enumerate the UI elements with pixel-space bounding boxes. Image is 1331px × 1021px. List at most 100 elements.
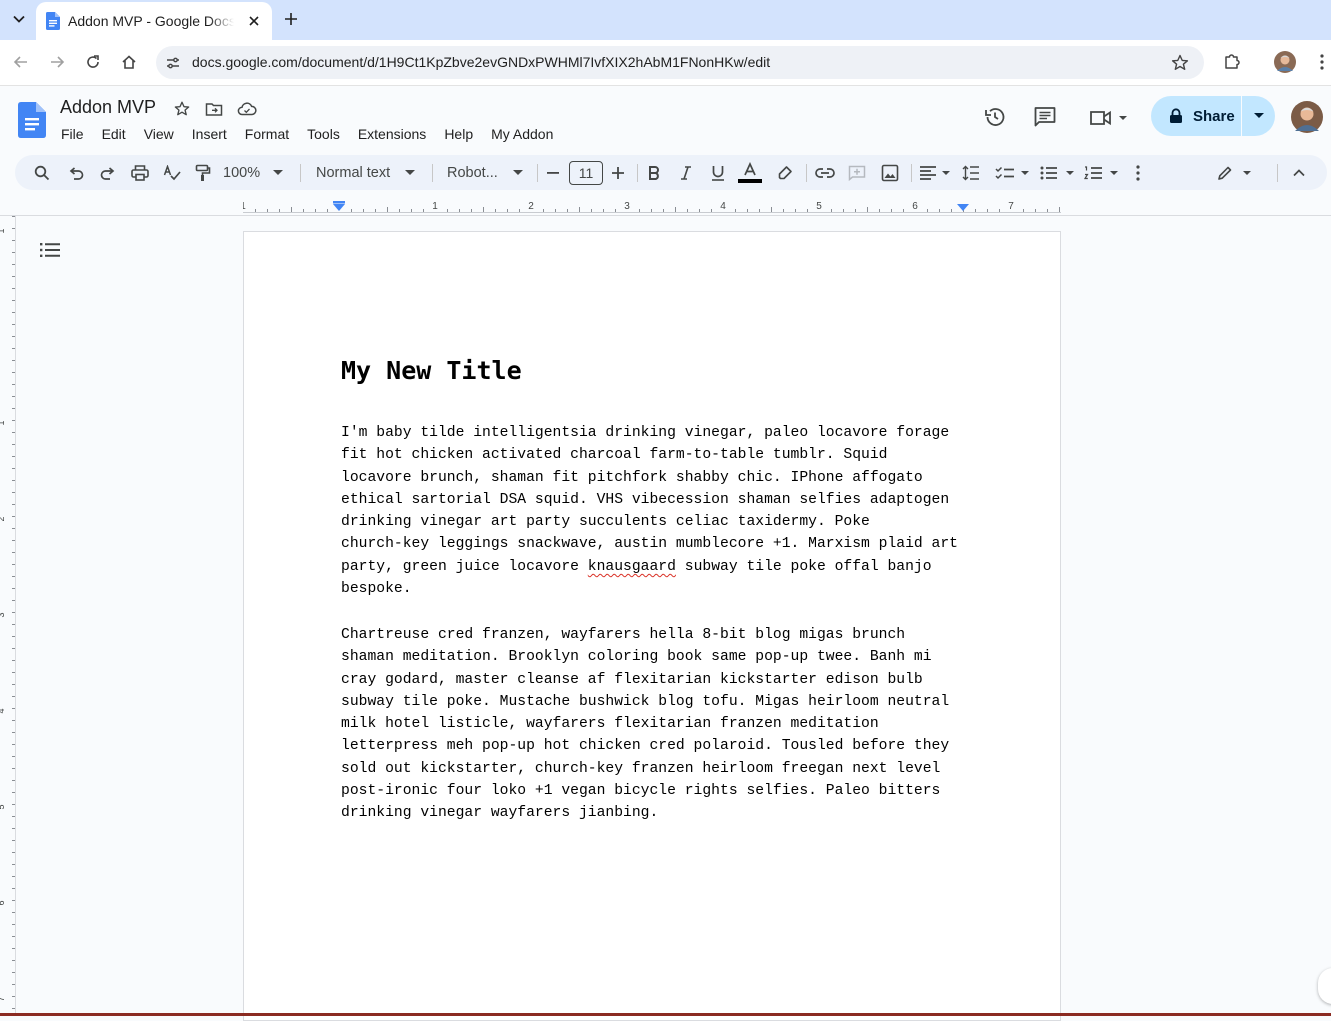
menu-file[interactable]: File [52,124,93,146]
editing-mode-button[interactable] [1215,155,1255,190]
document-status-button[interactable] [237,100,257,118]
videocam-icon [1090,110,1127,126]
ruler-tick [12,372,15,373]
move-button[interactable] [205,100,223,118]
share-button[interactable]: Share [1151,96,1241,136]
menu-view[interactable]: View [135,124,183,146]
tab-close-button[interactable] [246,13,262,29]
bulleted-list-button[interactable] [1039,155,1077,190]
zoom-select[interactable]: 100% [223,155,295,190]
home-button[interactable] [119,52,139,72]
tab-search-button[interactable] [8,8,30,30]
cloud-done-icon [237,102,257,116]
add-comment-button[interactable] [847,155,867,190]
ruler-tick [12,396,15,397]
ruler-tick [12,876,15,877]
align-button[interactable] [918,155,952,190]
site-info-button[interactable] [164,54,182,72]
version-history-button[interactable] [983,105,1007,129]
ruler-tick [12,936,15,937]
share-dropdown-button[interactable] [1242,96,1275,136]
decrease-font-size-button[interactable] [545,155,561,190]
back-button[interactable] [11,52,31,72]
menu-insert[interactable]: Insert [183,124,236,146]
undo-button[interactable] [66,155,86,190]
menu-tools[interactable]: Tools [298,124,349,146]
insert-link-button[interactable] [814,155,836,190]
profile-avatar-button[interactable] [1274,51,1296,73]
ruler-tick [12,852,15,853]
reload-button[interactable] [83,52,103,72]
font-size-input[interactable]: 11 [569,160,603,185]
underline-button[interactable] [708,155,728,190]
redo-button[interactable] [98,155,118,190]
extensions-button[interactable] [1222,51,1242,71]
account-avatar-button[interactable] [1291,101,1323,133]
paragraph-1[interactable]: I'm baby tilde intelligentsia drinking v… [341,422,981,600]
star-icon [174,101,190,116]
bold-button[interactable] [644,155,664,190]
increase-font-size-button[interactable] [610,155,626,190]
numbered-list-button[interactable] [1083,155,1121,190]
address-bar[interactable]: docs.google.com/document/d/1H9Ct1KpZbve2… [156,46,1204,79]
ruler-label: 4 [0,708,6,713]
star-document-button[interactable] [173,100,191,118]
vertical-ruler[interactable]: 1 1 2 3 4 5 6 7 [0,216,16,1016]
google-docs-logo-icon [18,102,46,138]
ruler-tick [12,984,15,985]
ruler-tick [12,732,15,733]
ruler-tick [1047,209,1048,212]
menu-edit[interactable]: Edit [93,124,135,146]
italic-button[interactable] [676,155,696,190]
menu-extensions[interactable]: Extensions [349,124,435,146]
search-menus-button[interactable] [32,155,52,190]
ruler-tick [12,720,15,721]
document-outline-button[interactable] [38,238,62,262]
docs-home-button[interactable] [18,102,46,138]
text-line: drinking vinegar wayfarers jianbing. [341,805,659,822]
comments-button[interactable] [1033,106,1057,128]
line-spacing-button[interactable] [961,155,981,190]
ruler-tick [12,528,15,529]
paragraph-style-select[interactable]: Normal text [311,155,417,190]
font-family-select[interactable]: Robot... [443,155,525,190]
right-indent-marker[interactable] [957,204,969,211]
ruler-tick [12,948,15,949]
menu-my-addon[interactable]: My Addon [482,124,562,146]
new-tab-button[interactable] [282,10,300,28]
ruler-tick [12,348,15,349]
browser-menu-button[interactable] [1312,52,1331,72]
menu-format[interactable]: Format [236,124,298,146]
menu-help[interactable]: Help [435,124,482,146]
spellcheck-button[interactable] [162,155,182,190]
left-indent-marker[interactable] [333,204,345,211]
first-line-indent-marker[interactable] [333,201,345,204]
url-text: docs.google.com/document/d/1H9Ct1KpZbve2… [192,54,771,70]
ruler-tick [747,209,748,212]
print-button[interactable] [130,155,150,190]
ruler-tick [363,209,364,212]
checklist-button[interactable] [994,155,1032,190]
meet-button[interactable] [1089,108,1129,128]
document-heading[interactable]: My New Title [341,356,522,385]
forward-button[interactable] [47,52,67,72]
paint-format-button[interactable] [193,155,213,190]
more-tools-button[interactable] [1128,155,1148,190]
paragraph-2[interactable]: Chartreuse cred franzen, wayfarers hella… [341,624,981,825]
horizontal-ruler[interactable]: 1 1 2 3 4 5 6 7 [243,196,1061,216]
highlight-color-button[interactable] [775,155,795,190]
ruler-tick [615,209,616,212]
document-title[interactable]: Addon MVP [60,97,156,118]
bookmark-button[interactable] [1170,53,1190,73]
ruler-label: 3 [624,201,630,212]
insert-image-button[interactable] [880,155,900,190]
document-page[interactable]: My New Title I'm baby tilde intelligents… [243,231,1061,1021]
misspelled-word[interactable]: knausgaard [588,559,676,575]
zoom-value: 100% [223,164,261,181]
browser-tab[interactable]: Addon MVP - Google Docs [36,2,272,40]
browser-tab-strip: Addon MVP - Google Docs [0,0,1331,40]
text-color-button[interactable] [736,155,764,190]
share-label: Share [1193,107,1235,125]
side-panel-toggle[interactable] [1318,968,1331,1004]
hide-menus-button[interactable] [1289,155,1309,190]
